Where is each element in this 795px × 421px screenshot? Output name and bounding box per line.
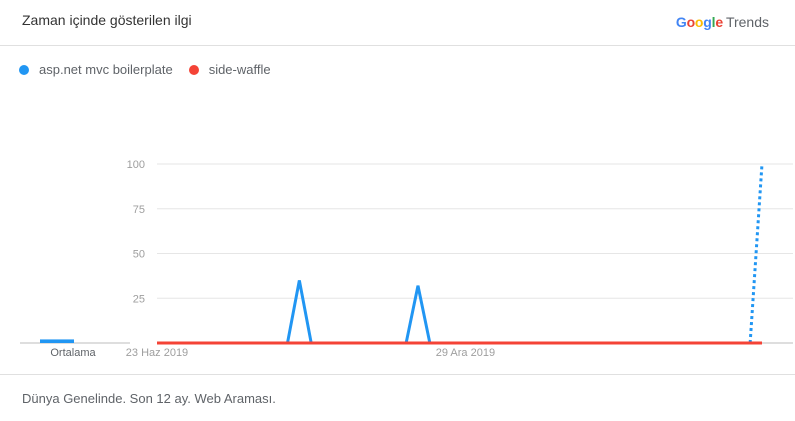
average-bars (40, 339, 74, 343)
line-chart[interactable]: 25 50 75 100 23 Haz 2019 29 Ara 2019 Ortalama (0, 0, 795, 421)
x-tick-label: 23 Haz 2019 (126, 347, 188, 359)
average-label: Ortalama (50, 347, 96, 359)
footer-note: Dünya Genelinde. Son 12 ay. Web Araması. (22, 391, 276, 406)
series-line (157, 280, 751, 345)
y-tick-label: 75 (133, 204, 145, 216)
y-tick-label: 50 (133, 249, 145, 261)
y-tick-label: 25 (133, 293, 145, 305)
x-tick-label: 29 Ara 2019 (436, 347, 495, 359)
y-tick-label: 100 (127, 159, 145, 171)
chart-footer: Dünya Genelinde. Son 12 ay. Web Araması. (0, 374, 795, 421)
average-bar (40, 339, 74, 343)
